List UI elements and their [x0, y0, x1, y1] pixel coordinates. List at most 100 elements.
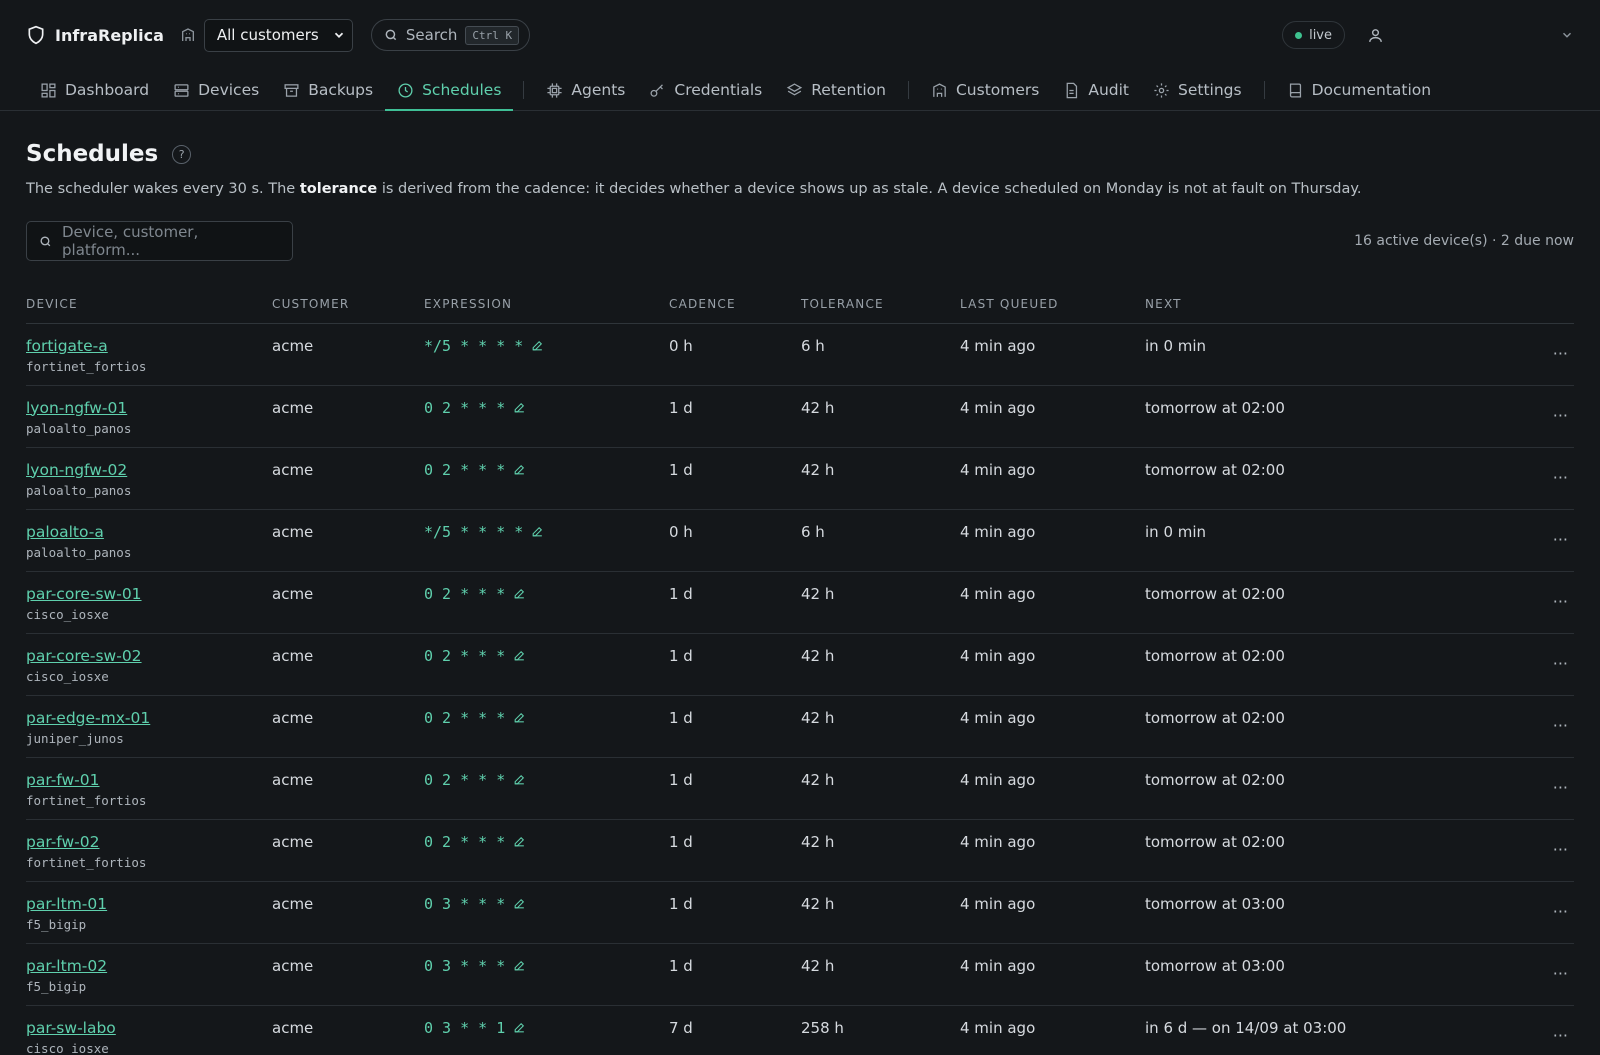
edit-pencil-icon[interactable] — [513, 773, 526, 786]
edit-pencil-icon[interactable] — [513, 897, 526, 910]
edit-pencil-icon[interactable] — [513, 835, 526, 848]
tolerance-cell: 6 h — [801, 509, 960, 572]
tab-dashboard[interactable]: Dashboard — [28, 70, 161, 110]
cron-expression: 0 2 * * * — [424, 832, 506, 851]
edit-pencil-icon[interactable] — [513, 1021, 526, 1034]
device-link[interactable]: par-ltm-02 — [26, 957, 272, 975]
page-title: Schedules — [26, 141, 159, 167]
device-filter-input[interactable]: Device, customer, platform... — [26, 221, 293, 261]
cadence-cell: 1 d — [669, 695, 801, 758]
next-run-cell: in 0 min — [1145, 323, 1445, 386]
last-queued-cell: 4 min ago — [960, 1005, 1145, 1055]
edit-pencil-icon[interactable] — [513, 649, 526, 662]
device-link[interactable]: paloalto-a — [26, 523, 272, 541]
tab-agents[interactable]: Agents — [534, 70, 637, 110]
row-actions-more-icon[interactable]: ··· — [1445, 633, 1574, 696]
edit-pencil-icon[interactable] — [531, 525, 544, 538]
device-link[interactable]: lyon-ngfw-02 — [26, 461, 272, 479]
device-platform: cisco_iosxe — [26, 606, 109, 622]
tab-devices[interactable]: Devices — [161, 70, 271, 110]
column-header-tolerance[interactable]: TOLERANCE — [801, 285, 960, 324]
device-link[interactable]: par-fw-01 — [26, 771, 272, 789]
column-header-last-queued[interactable]: LAST QUEUED — [960, 285, 1145, 324]
device-link[interactable]: par-sw-labo — [26, 1019, 272, 1037]
cron-expression: 0 2 * * * — [424, 708, 506, 727]
customer-cell: acme — [272, 447, 424, 510]
tab-retention[interactable]: Retention — [774, 70, 898, 110]
edit-pencil-icon[interactable] — [513, 587, 526, 600]
expression-cell: 0 2 * * * — [424, 757, 669, 820]
row-actions-more-icon[interactable]: ··· — [1445, 385, 1574, 448]
edit-pencil-icon[interactable] — [531, 339, 544, 352]
row-actions-more-icon[interactable]: ··· — [1445, 323, 1574, 386]
edit-pencil-icon[interactable] — [513, 401, 526, 414]
cron-expression: 0 3 * * * — [424, 956, 506, 975]
row-actions-more-icon[interactable]: ··· — [1445, 509, 1574, 572]
device-cell: par-fw-02 fortinet_fortios — [26, 819, 272, 882]
tab-backups[interactable]: Backups — [271, 70, 385, 110]
cron-expression: 0 2 * * * — [424, 646, 506, 665]
row-actions-more-icon[interactable]: ··· — [1445, 447, 1574, 510]
archive-icon — [283, 82, 300, 99]
tab-schedules[interactable]: Schedules — [385, 70, 514, 111]
device-link[interactable]: par-core-sw-01 — [26, 585, 272, 603]
top-bar: InfraReplica All customers Search Ctrl K… — [0, 0, 1600, 70]
cadence-cell: 1 d — [669, 757, 801, 820]
customer-select[interactable]: All customers — [203, 18, 353, 52]
cron-expression: 0 2 * * * — [424, 460, 506, 479]
device-platform: fortinet_fortios — [26, 792, 147, 808]
edit-pencil-icon[interactable] — [513, 711, 526, 724]
device-link[interactable]: lyon-ngfw-01 — [26, 399, 272, 417]
column-header-customer[interactable]: CUSTOMER — [272, 285, 424, 324]
tab-customers[interactable]: Customers — [919, 70, 1051, 110]
device-link[interactable]: par-edge-mx-01 — [26, 709, 272, 727]
table-row: par-ltm-02 f5_bigip acme 0 3 * * * 1 d 42 h4 … — [26, 943, 1574, 1006]
row-actions-more-icon[interactable]: ··· — [1445, 1005, 1574, 1055]
tab-documentation[interactable]: Documentation — [1275, 70, 1444, 110]
tab-settings[interactable]: Settings — [1141, 70, 1254, 110]
row-actions-more-icon[interactable]: ··· — [1445, 571, 1574, 634]
device-cell: par-core-sw-01 cisco_iosxe — [26, 571, 272, 634]
chevron-down-icon — [332, 28, 346, 42]
device-link[interactable]: par-ltm-01 — [26, 895, 272, 913]
row-actions-more-icon[interactable]: ··· — [1445, 819, 1574, 882]
brand[interactable]: InfraReplica — [26, 25, 164, 45]
shield-icon — [26, 25, 46, 45]
column-header-device[interactable]: DEVICE — [26, 285, 272, 324]
row-actions-more-icon[interactable]: ··· — [1445, 943, 1574, 1006]
expression-cell: 0 2 * * * — [424, 571, 669, 634]
help-icon[interactable]: ? — [172, 144, 192, 164]
tab-audit[interactable]: Audit — [1051, 70, 1141, 110]
tab-credentials[interactable]: Credentials — [637, 70, 774, 110]
nav-divider — [1263, 81, 1265, 99]
row-actions-more-icon[interactable]: ··· — [1445, 881, 1574, 944]
edit-pencil-icon[interactable] — [513, 463, 526, 476]
row-actions-more-icon[interactable]: ··· — [1445, 695, 1574, 758]
row-actions-more-icon[interactable]: ··· — [1445, 757, 1574, 820]
device-link[interactable]: fortigate-a — [26, 337, 272, 355]
key-icon — [649, 82, 666, 99]
table-row: par-fw-01 fortinet_fortios acme 0 2 * * * 1 … — [26, 757, 1574, 820]
description-text: The scheduler wakes every 30 s. The — [26, 181, 300, 197]
device-cell: par-ltm-02 f5_bigip — [26, 943, 272, 1006]
expression-cell: */5 * * * * — [424, 323, 669, 386]
column-header-cadence[interactable]: CADENCE — [669, 285, 801, 324]
customer-cell: acme — [272, 757, 424, 820]
device-link[interactable]: par-core-sw-02 — [26, 647, 272, 665]
device-link[interactable]: par-fw-02 — [26, 833, 272, 851]
search-button[interactable]: Search Ctrl K — [370, 19, 531, 51]
next-run-cell: tomorrow at 02:00 — [1145, 571, 1445, 634]
device-platform: f5_bigip — [26, 916, 87, 932]
cron-expression: 0 2 * * * — [424, 770, 506, 789]
tolerance-cell: 42 h — [801, 695, 960, 758]
edit-pencil-icon[interactable] — [513, 959, 526, 972]
table-row: fortigate-a fortinet_fortios acme */5 * * *… — [26, 323, 1574, 386]
user-menu-chevron-icon[interactable] — [1560, 28, 1574, 42]
page-description: The scheduler wakes every 30 s. The tole… — [26, 181, 1574, 197]
user-icon[interactable] — [1367, 27, 1384, 44]
cadence-cell: 1 d — [669, 819, 801, 882]
device-cell: lyon-ngfw-01 paloalto_panos — [26, 385, 272, 448]
column-header-expression[interactable]: EXPRESSION — [424, 285, 669, 324]
search-label: Search — [405, 26, 458, 44]
column-header-next[interactable]: NEXT — [1145, 285, 1445, 324]
